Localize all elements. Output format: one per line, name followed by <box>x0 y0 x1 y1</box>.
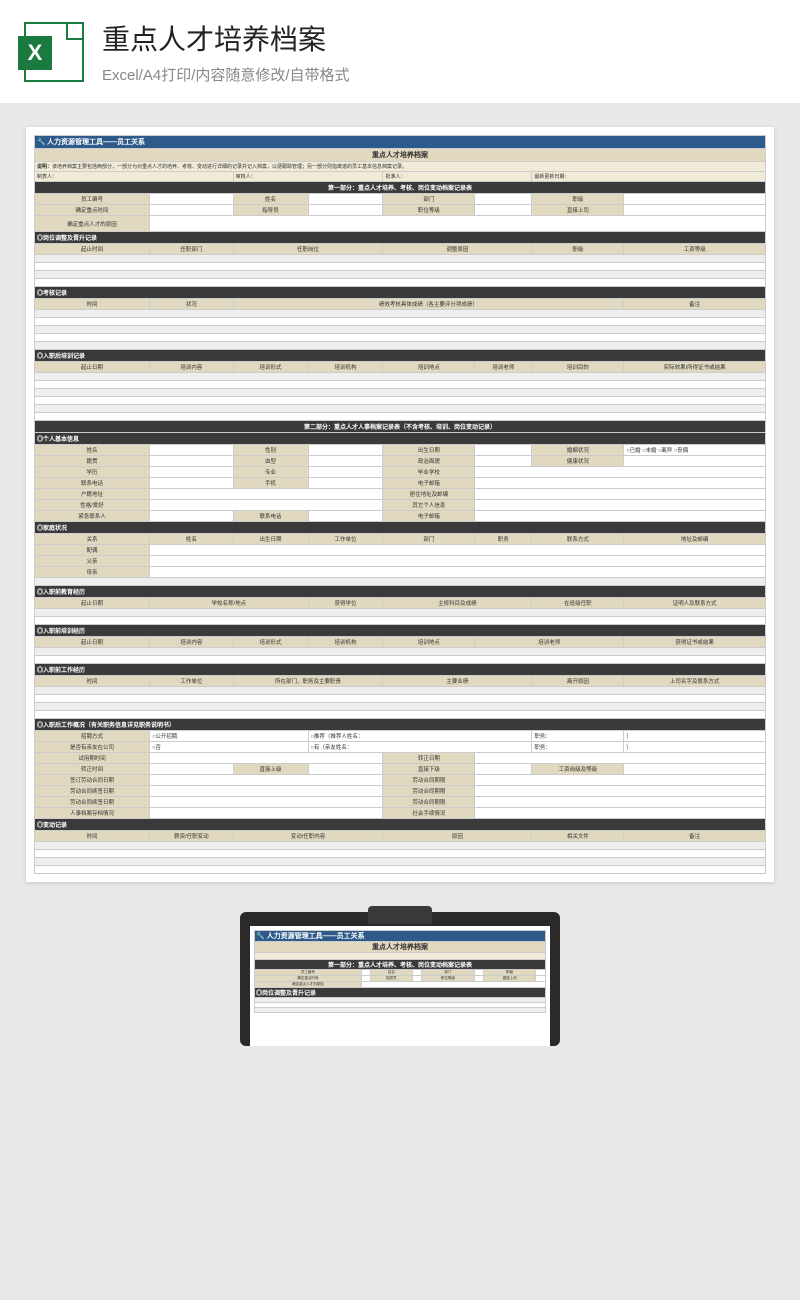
wrench-icon: 🔧 <box>256 933 265 940</box>
sec-exam: ◎考核记录 <box>35 287 766 299</box>
wrench-icon: 🔧 <box>37 138 47 146</box>
name-label: 姓名 <box>233 194 308 205</box>
preview-area: 🔧人力资源管理工具——员工关系 重点人才培养档案 说明：该培养档案主要包括两部分… <box>0 103 800 1070</box>
rank-label: 职级 <box>532 194 624 205</box>
reason-label: 确定重点人才的原因 <box>35 216 150 232</box>
usage-note: 说明：该培养档案主要包括两部分，一部分为对重点人才的培养、考核、变动进行详细的记… <box>35 162 766 172</box>
excel-table: 🔧人力资源管理工具——员工关系 重点人才培养档案 说明：该培养档案主要包括两部分… <box>34 135 766 874</box>
page-header: X 重点人才培养档案 Excel/A4打印/内容随意修改/自带格式 <box>0 0 800 103</box>
sec-work: ◎入职前工作经历 <box>35 664 766 676</box>
reviewer-label: 审核人： <box>233 172 383 182</box>
sec-position: ◎岗位调整及晋升记录 <box>35 232 766 244</box>
sec-edu: ◎入职前教育经历 <box>35 586 766 598</box>
sec-hire: ◎入职后工作概况（有关职务信息详见职务说明书） <box>35 719 766 731</box>
dept-label: 部门 <box>383 194 475 205</box>
approver-label: 批准人： <box>383 172 532 182</box>
template-sheet: 🔧人力资源管理工具——员工关系 重点人才培养档案 说明：该培养档案主要包括两部分… <box>26 127 774 882</box>
page-title: 重点人才培养档案 <box>102 18 350 58</box>
page-subtitle: Excel/A4打印/内容随意修改/自带格式 <box>102 64 350 85</box>
sec-change: ◎变动记录 <box>35 819 766 831</box>
excel-icon: X <box>24 22 84 82</box>
maker-label: 制表人： <box>35 172 234 182</box>
clipboard-thumbnail: 🔧 人力资源管理工具——员工关系 重点人才培养档案 第一部分：重点人才培养、考核… <box>240 912 560 1046</box>
part2-header: 第二部分：重点人才人事档案记录表（不含考核、培训、岗位变动记录） <box>35 421 766 433</box>
sec-family: ◎家庭状况 <box>35 522 766 534</box>
marital-options: ○已婚 ○未婚 ○离异 ○丧偶 <box>624 445 766 456</box>
sec-train-after: ◎入职后培训记录 <box>35 350 766 362</box>
sec-train-before: ◎入职前培训经历 <box>35 625 766 637</box>
part1-header: 第一部分：重点人才培养、考核、岗位变动档案记录表 <box>35 182 766 194</box>
doc-title: 重点人才培养档案 <box>35 149 766 162</box>
sec-personal: ◎个人基本信息 <box>35 433 766 445</box>
title-block: 重点人才培养档案 Excel/A4打印/内容随意修改/自带格式 <box>102 18 350 85</box>
tool-banner: 🔧人力资源管理工具——员工关系 <box>35 136 766 149</box>
update-date-label: 最新更新日期： <box>532 172 766 182</box>
emp-id-label: 员工编号 <box>35 194 150 205</box>
